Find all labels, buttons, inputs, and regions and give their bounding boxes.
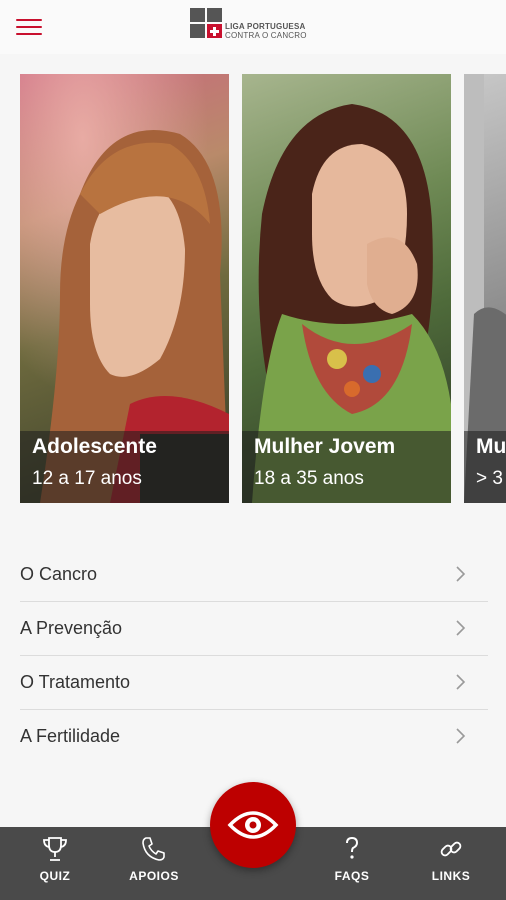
question-icon — [346, 836, 359, 859]
card-adolescente[interactable]: Adolescente 12 a 17 anos — [20, 74, 229, 503]
profile-carousel[interactable]: Adolescente 12 a 17 anos Mulher Jovem 18… — [20, 74, 506, 503]
logo-line2: CONTRA O CANCRO — [225, 31, 307, 40]
nav-label: LINKS — [431, 869, 471, 883]
eye-fab-button[interactable] — [210, 782, 296, 868]
logo: LIGA PORTUGUESA CONTRA O CANCRO — [190, 8, 320, 42]
nav-apoios-button[interactable]: APOIOS — [114, 835, 194, 895]
nav-label: APOIOS — [129, 869, 179, 883]
nav-quiz-button[interactable]: QUIZ — [15, 835, 95, 895]
logo-line1: LIGA PORTUGUESA — [225, 22, 306, 31]
list-item-a-prevencao[interactable]: A Prevenção — [20, 602, 488, 656]
app-header: LIGA PORTUGUESA CONTRA O CANCRO — [0, 0, 506, 54]
list-item-label: A Fertilidade — [20, 726, 121, 746]
link-icon — [440, 841, 462, 857]
list-item-a-fertilidade[interactable]: A Fertilidade — [20, 710, 488, 764]
hamburger-menu-icon[interactable] — [16, 18, 42, 36]
card-mulher-jovem[interactable]: Mulher Jovem 18 a 35 anos — [242, 74, 451, 503]
phone-icon — [142, 837, 165, 861]
card-title: Adolescente — [32, 435, 157, 458]
topics-list: O Cancro A Prevenção O Tratamento A Fert… — [20, 548, 488, 764]
logo-text: LIGA PORTUGUESA CONTRA O CANCRO — [225, 22, 307, 40]
eye-icon — [227, 811, 279, 839]
chevron-right-icon — [456, 620, 466, 636]
trophy-icon — [43, 837, 67, 861]
nav-links-button[interactable]: LINKS — [411, 835, 491, 895]
chevron-right-icon — [456, 674, 466, 690]
list-item-o-tratamento[interactable]: O Tratamento — [20, 656, 488, 710]
nav-faqs-button[interactable]: FAQS — [312, 835, 392, 895]
list-item-label: A Prevenção — [20, 618, 123, 638]
nav-label: FAQS — [334, 869, 370, 883]
chevron-right-icon — [456, 728, 466, 744]
card-title: Mulher Jovem — [254, 435, 396, 458]
card-age-range: 12 a 17 anos — [32, 468, 142, 489]
list-item-o-cancro[interactable]: O Cancro — [20, 548, 488, 602]
chevron-right-icon — [456, 566, 466, 582]
logo-mark — [190, 8, 223, 40]
list-item-label: O Tratamento — [20, 672, 131, 692]
card-mulher[interactable]: Mu > 3 — [464, 74, 506, 503]
list-item-label: O Cancro — [20, 564, 98, 584]
nav-label: QUIZ — [39, 869, 71, 883]
card-title: Mu — [476, 435, 506, 458]
card-age-range: 18 a 35 anos — [254, 468, 364, 489]
card-age-range: > 3 — [476, 468, 503, 489]
